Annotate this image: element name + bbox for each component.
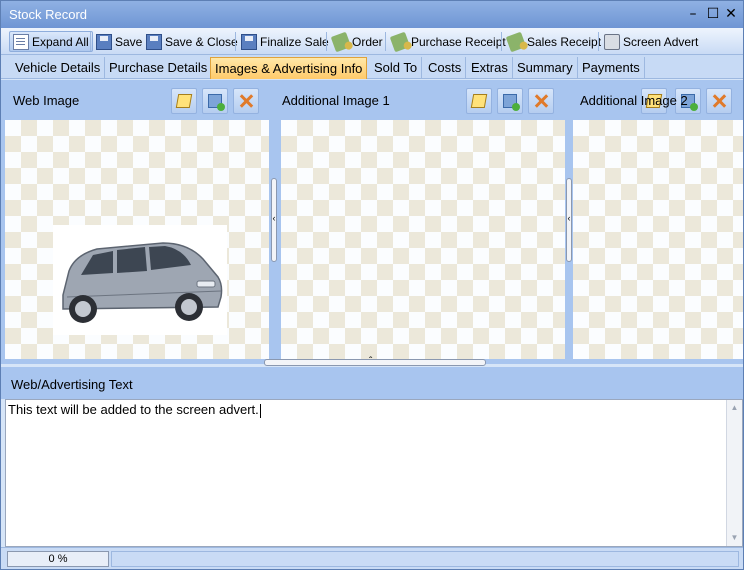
- add-image-icon: [208, 94, 225, 111]
- advert-header: Web/Advertising Text: [1, 367, 743, 399]
- toolbar-separator: [90, 32, 91, 51]
- tab-label: Purchase Details: [109, 60, 208, 75]
- web-image-delete-button[interactable]: [233, 88, 259, 114]
- sales-receipt-button[interactable]: Sales Receipt: [505, 31, 604, 52]
- splitter-bottom[interactable]: ˆ: [264, 356, 486, 367]
- tab-vehicle-details[interactable]: Vehicle Details: [11, 57, 106, 79]
- additional-image-1-header: Additional Image 1: [279, 80, 569, 120]
- tab-extras[interactable]: Extras: [467, 57, 513, 79]
- tab-payments[interactable]: Payments: [578, 57, 645, 79]
- additional-image-2-header: Additional Image 2: [573, 80, 743, 120]
- progress-text: 0 %: [48, 553, 68, 565]
- tab-purchase-details[interactable]: Purchase Details: [105, 57, 213, 79]
- document-icon: [13, 33, 29, 50]
- progress-indicator: 0 %: [7, 551, 109, 567]
- tab-images-advertising-info[interactable]: Images & Advertising Info: [210, 57, 368, 79]
- tab-label: Images & Advertising Info: [215, 61, 363, 76]
- add-image-icon: [503, 94, 520, 111]
- splitter-right[interactable]: ‹: [566, 178, 572, 262]
- tab-label: Extras: [471, 60, 508, 75]
- web-image-edit-button[interactable]: [171, 88, 197, 114]
- expand-all-label: Expand All: [32, 34, 89, 49]
- images-area: Web Image ‹ Additional Image 1 ‹ Additio…: [1, 80, 743, 367]
- additional-image-1-label: Additional Image 1: [282, 93, 390, 108]
- advert-label: Web/Advertising Text: [11, 377, 133, 392]
- save-icon: [146, 33, 162, 50]
- toolbar-separator: [501, 32, 502, 51]
- tab-label: Sold To: [374, 60, 418, 75]
- save-icon: [241, 33, 257, 50]
- tab-label: Payments: [582, 60, 640, 75]
- splitter-left[interactable]: ‹: [271, 178, 277, 262]
- toolbar-separator: [385, 32, 386, 51]
- toolbar-separator: [326, 32, 327, 51]
- toolbar: Expand All Save Save & Close Finalize Sa…: [1, 28, 743, 55]
- save-close-button[interactable]: Save & Close: [143, 31, 241, 52]
- advert-text: This text will be added to the screen ad…: [8, 402, 261, 418]
- save-close-label: Save & Close: [165, 34, 238, 49]
- purchase-receipt-button[interactable]: Purchase Receipt: [389, 31, 509, 52]
- finalize-sale-label: Finalize Sale: [260, 34, 329, 49]
- printer-icon: [604, 33, 620, 50]
- money-icon: [389, 31, 411, 52]
- web-image-add-button[interactable]: [202, 88, 228, 114]
- purchase-receipt-label: Purchase Receipt: [411, 34, 506, 49]
- minimize-icon[interactable]: –: [685, 6, 701, 22]
- delete-icon: [239, 94, 253, 108]
- stock-record-window: Stock Record – ☐ ✕ Expand All Save Save …: [0, 0, 744, 570]
- tab-label: Vehicle Details: [15, 60, 101, 75]
- status-message-area: [111, 551, 739, 567]
- delete-icon: [712, 94, 726, 108]
- save-button[interactable]: Save: [93, 31, 145, 52]
- additional-image-1-delete-button[interactable]: [528, 88, 554, 114]
- screen-advert-label: Screen Advert: [623, 34, 699, 49]
- additional-image-2-label: Additional Image 2: [580, 93, 688, 108]
- finalize-sale-button[interactable]: Finalize Sale: [238, 31, 332, 52]
- save-label: Save: [115, 34, 143, 49]
- order-label: Order: [352, 34, 383, 49]
- expand-all-button[interactable]: Expand All: [9, 31, 93, 52]
- close-icon[interactable]: ✕: [723, 6, 739, 22]
- screen-advert-button[interactable]: Screen Advert: [601, 31, 701, 52]
- edit-icon: [470, 94, 488, 108]
- additional-image-1-canvas[interactable]: [281, 120, 565, 359]
- web-image-header: Web Image: [1, 80, 271, 120]
- car-image: [53, 225, 227, 335]
- money-icon: [505, 31, 527, 52]
- edit-icon: [175, 94, 193, 108]
- additional-image-1-add-button[interactable]: [497, 88, 523, 114]
- additional-image-2-canvas[interactable]: [573, 120, 743, 359]
- tab-strip: Vehicle Details Purchase Details Images …: [1, 55, 743, 79]
- text-caret: [259, 403, 261, 418]
- web-image-canvas[interactable]: [5, 120, 269, 359]
- tab-summary[interactable]: Summary: [513, 57, 578, 79]
- tab-label: Costs: [428, 60, 462, 75]
- toolbar-separator: [598, 32, 599, 51]
- money-icon: [330, 31, 352, 52]
- additional-image-2-delete-button[interactable]: [706, 88, 732, 114]
- advert-text-value: This text will be added to the screen ad…: [8, 402, 259, 417]
- order-button[interactable]: Order: [330, 31, 386, 52]
- advert-text-area[interactable]: This text will be added to the screen ad…: [5, 399, 743, 547]
- tab-label: Summary: [517, 60, 573, 75]
- scroll-up-icon[interactable]: ▲: [727, 401, 742, 415]
- tab-costs[interactable]: Costs: [424, 57, 467, 79]
- save-icon: [96, 33, 112, 50]
- tab-sold-to[interactable]: Sold To: [370, 57, 423, 79]
- maximize-icon[interactable]: ☐: [705, 6, 721, 22]
- scroll-down-icon[interactable]: ▼: [727, 531, 742, 545]
- status-bar: 0 %: [1, 547, 743, 569]
- sales-receipt-label: Sales Receipt: [527, 34, 602, 49]
- delete-icon: [534, 94, 548, 108]
- web-image-label: Web Image: [13, 93, 80, 108]
- advert-scrollbar[interactable]: ▲ ▼: [726, 400, 742, 546]
- toolbar-separator: [235, 32, 236, 51]
- title-bar[interactable]: Stock Record – ☐ ✕: [1, 1, 743, 28]
- window-title: Stock Record: [9, 7, 88, 22]
- additional-image-1-edit-button[interactable]: [466, 88, 492, 114]
